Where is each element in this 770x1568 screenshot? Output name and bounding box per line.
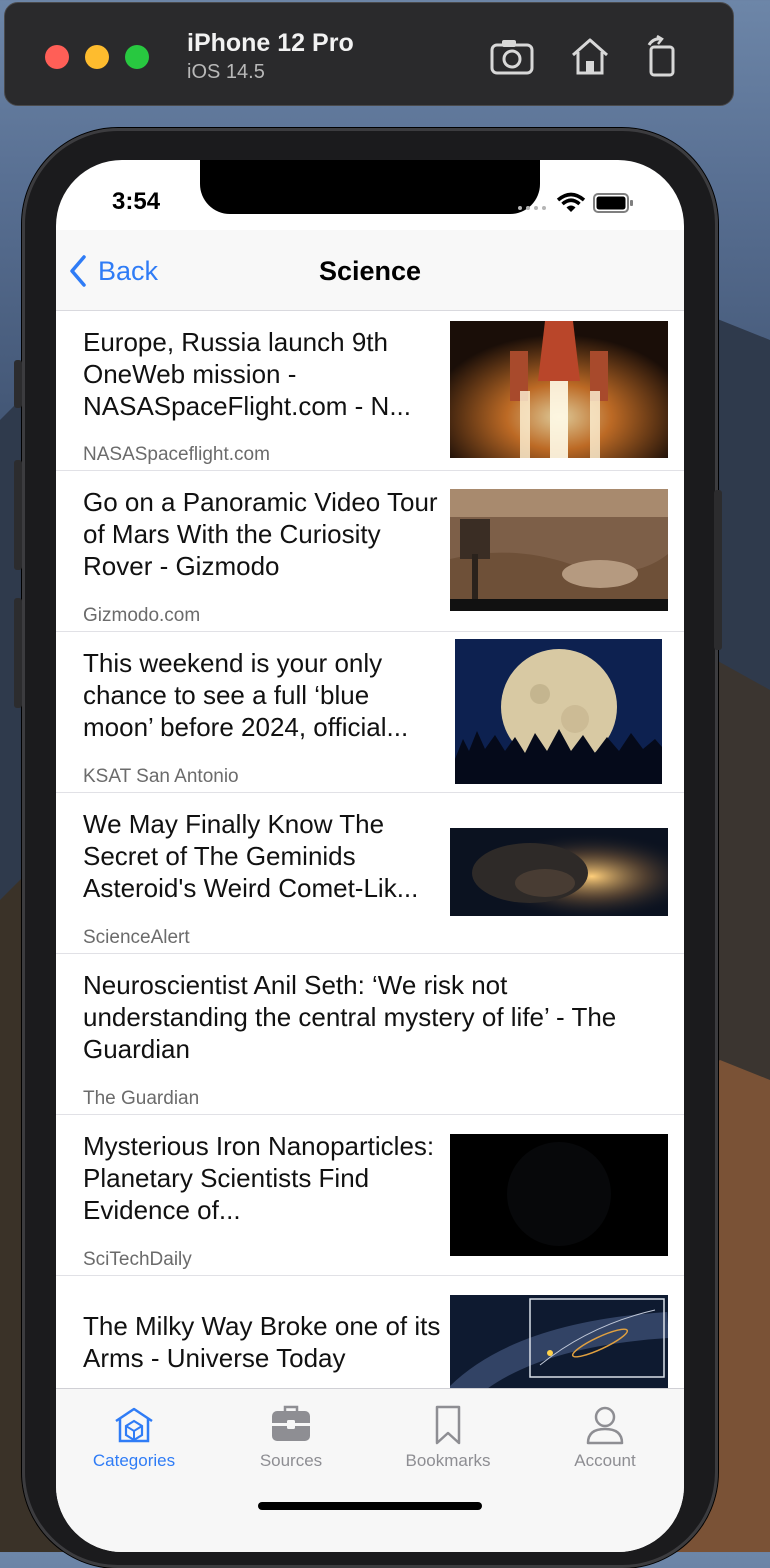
page-title: Science	[318, 256, 422, 286]
battery-icon	[593, 193, 633, 213]
simulator-device-name: iPhone 12 Pro	[187, 29, 354, 57]
home-icon[interactable]	[567, 35, 613, 77]
dark-planet-image	[450, 1134, 668, 1256]
screenshot-icon[interactable]	[489, 35, 535, 77]
tab-label: Bookmarks	[405, 1451, 491, 1470]
side-button	[714, 490, 722, 650]
article-source: SciTechDaily	[83, 1249, 192, 1270]
tab-bar: Categories Sources Bookmarks Account	[56, 1388, 684, 1552]
full-moon-image	[455, 639, 662, 784]
article-row[interactable]: This weekend is your only chance to see …	[56, 631, 684, 793]
article-headline: Go on a Panoramic Video Tour of Mars Wit…	[83, 487, 438, 581]
article-row[interactable]: Go on a Panoramic Video Tour of Mars Wit…	[56, 470, 684, 632]
article-headline: This weekend is your only chance to see …	[83, 648, 409, 742]
minimize-window-button[interactable]	[85, 45, 109, 69]
article-row[interactable]: Neuroscientist Anil Seth: ‘We risk not u…	[56, 953, 684, 1115]
article-source: Gizmodo.com	[83, 605, 201, 626]
status-icons	[514, 190, 654, 216]
close-window-button[interactable]	[45, 45, 69, 69]
article-list[interactable]: Europe, Russia launch 9th OneWeb mission…	[56, 310, 684, 1390]
notch	[200, 160, 540, 214]
article-row[interactable]: We May Finally Know The Secret of The Ge…	[56, 792, 684, 954]
tab-label: Categories	[92, 1451, 176, 1470]
tab-account[interactable]: Account	[545, 1403, 665, 1471]
mars-panorama-image	[450, 489, 668, 611]
tab-label: Account	[574, 1451, 636, 1470]
article-source: NASASpaceflight.com	[83, 444, 270, 465]
signal-icon	[518, 206, 546, 210]
phone-screen: 3:54 Back Science Europe, Russia launch …	[56, 160, 684, 1552]
milky-way-image	[450, 1295, 668, 1390]
article-headline: Europe, Russia launch 9th OneWeb mission…	[83, 327, 411, 421]
asteroid-image	[450, 828, 668, 916]
article-row[interactable]: Europe, Russia launch 9th OneWeb mission…	[56, 310, 684, 471]
mute-switch	[14, 360, 22, 408]
article-source: ScienceAlert	[83, 927, 190, 948]
volume-up-button	[14, 460, 22, 570]
status-time: 3:54	[112, 188, 161, 215]
article-headline: Neuroscientist Anil Seth: ‘We risk not u…	[83, 970, 617, 1064]
tab-bookmarks[interactable]: Bookmarks	[388, 1403, 508, 1471]
zoom-window-button[interactable]	[125, 45, 149, 69]
tab-sources[interactable]: Sources	[231, 1403, 351, 1471]
rocket-launch-image	[450, 321, 668, 458]
tab-label: Sources	[259, 1451, 323, 1470]
bookmark-icon	[435, 1405, 461, 1445]
article-row[interactable]: Mysterious Iron Nanoparticles: Planetary…	[56, 1114, 684, 1276]
categories-icon	[115, 1407, 153, 1443]
tab-categories[interactable]: Categories	[74, 1403, 194, 1471]
article-source: The Guardian	[83, 1088, 200, 1109]
rotate-icon[interactable]	[641, 34, 687, 77]
article-row[interactable]: The Milky Way Broke one of its Arms - Un…	[56, 1275, 684, 1390]
account-icon	[586, 1406, 624, 1445]
home-indicator[interactable]	[258, 1502, 482, 1510]
article-headline: The Milky Way Broke one of its Arms - Un…	[83, 1311, 441, 1373]
article-source: KSAT San Antonio	[83, 766, 239, 787]
sources-icon	[272, 1405, 310, 1441]
article-headline: We May Finally Know The Secret of The Ge…	[83, 809, 419, 903]
wifi-icon	[556, 192, 586, 212]
simulator-title-bar: iPhone 12 Pro iOS 14.5	[4, 2, 734, 106]
volume-down-button	[14, 598, 22, 708]
article-headline: Mysterious Iron Nanoparticles: Planetary…	[83, 1131, 435, 1225]
navigation-bar: Back Science	[56, 230, 684, 311]
simulator-os-version: iOS 14.5	[187, 61, 265, 83]
